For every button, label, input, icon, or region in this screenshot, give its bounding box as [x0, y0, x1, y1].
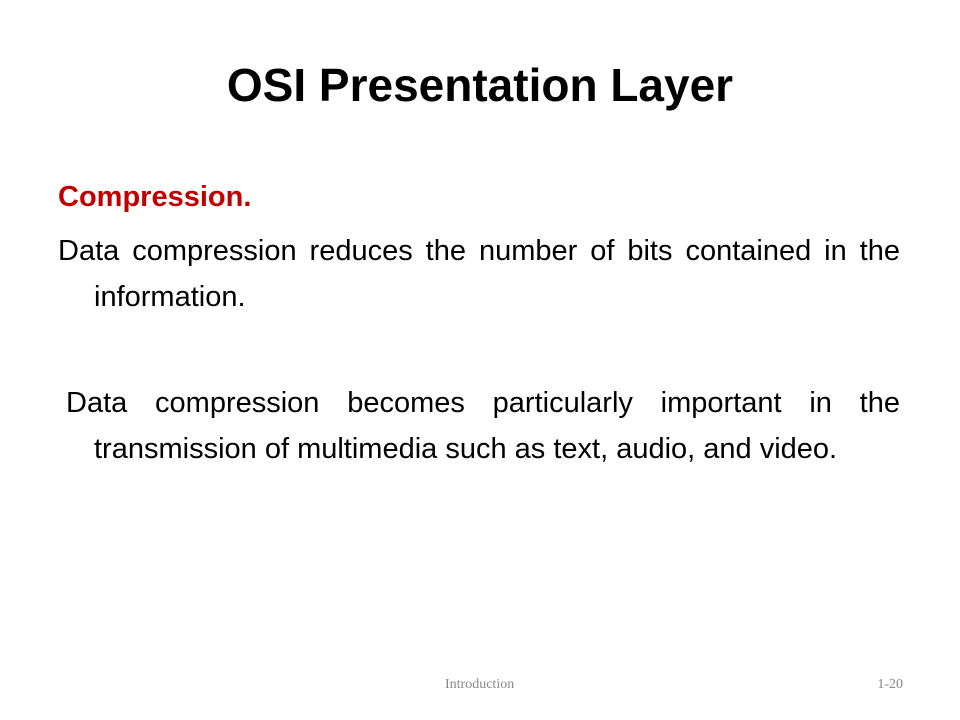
footer-label: Introduction	[445, 677, 515, 692]
body-paragraph: Data compression becomes particularly im…	[66, 387, 900, 465]
body-paragraph: Data compression reduces the number of b…	[58, 235, 900, 313]
slide-title: OSI Presentation Layer	[226, 59, 734, 111]
slide-number: 1-20	[877, 677, 903, 692]
slide: OSI Presentation Layer Compression. Data…	[0, 0, 960, 720]
slide-body: Compression. Data compression reduces th…	[58, 176, 900, 472]
section-heading: Compression.	[58, 181, 252, 213]
